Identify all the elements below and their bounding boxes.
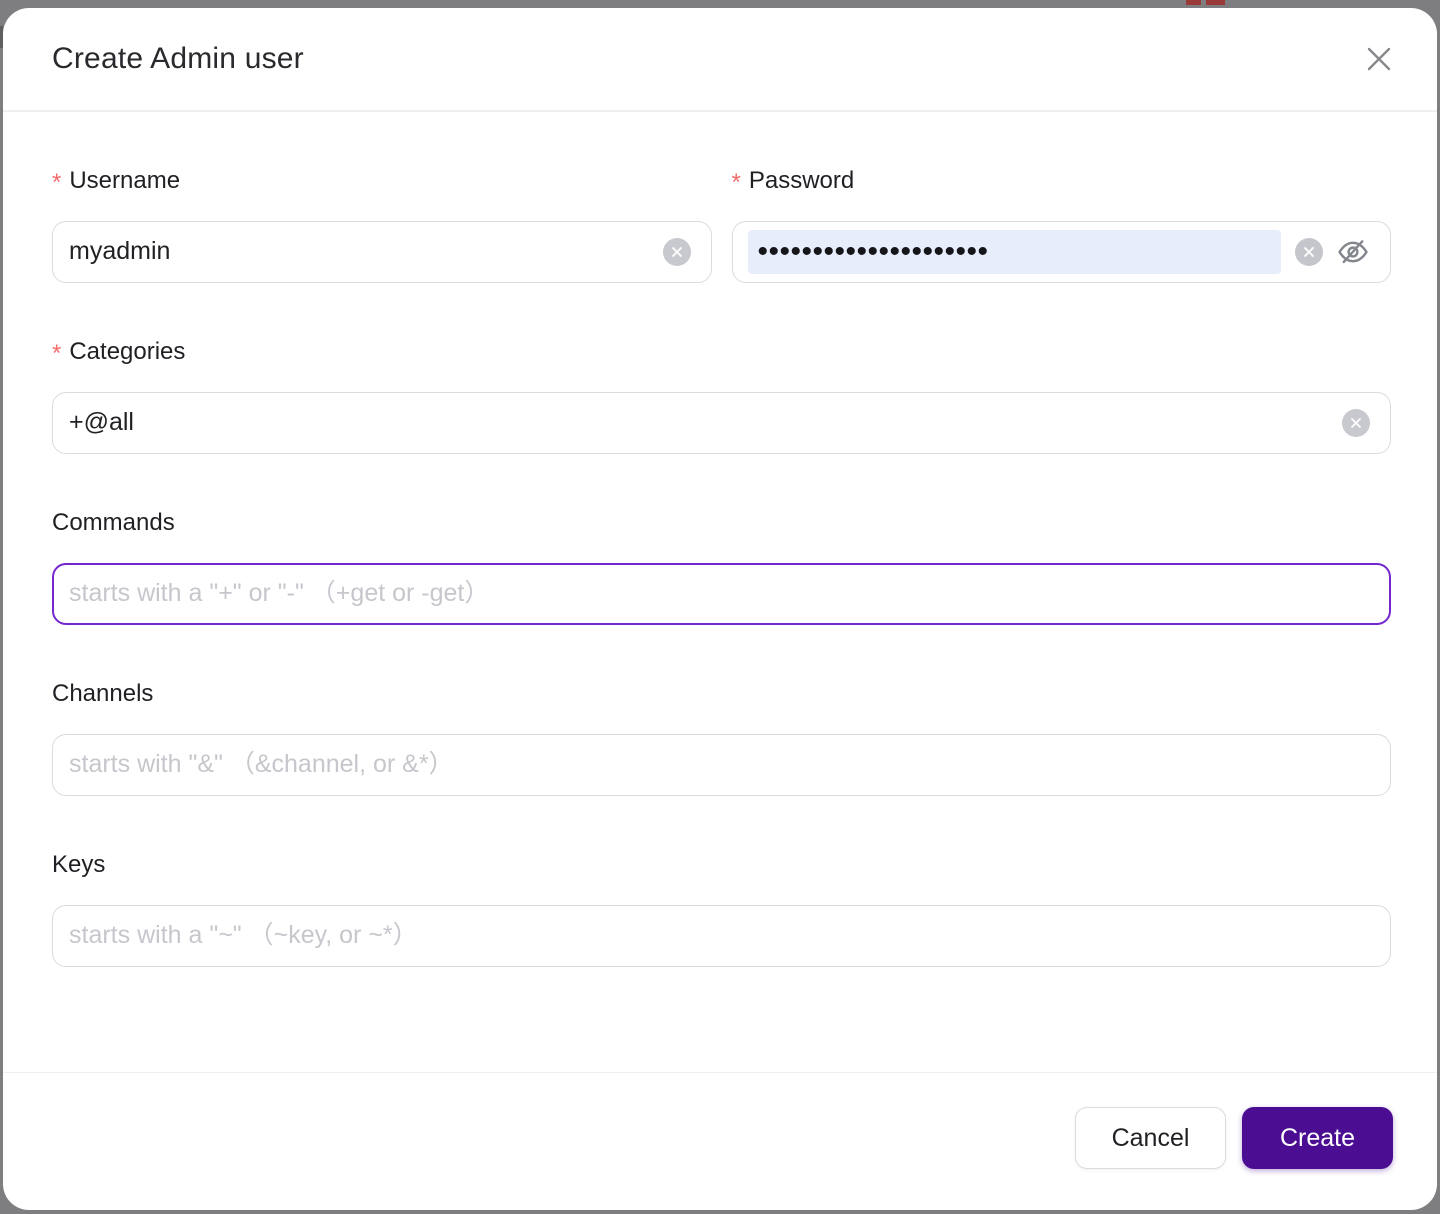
categories-clear-button[interactable] (1342, 409, 1370, 437)
clear-icon (671, 246, 683, 258)
keys-field-group: Keys (52, 850, 1391, 967)
channels-field-group: Channels (52, 679, 1391, 796)
categories-input-box (52, 392, 1391, 454)
close-icon (1364, 44, 1394, 74)
create-admin-user-modal: Create Admin user * Username (3, 8, 1437, 1210)
categories-label: * Categories (52, 337, 1391, 367)
required-asterisk: * (732, 171, 741, 195)
categories-field-group: * Categories (52, 337, 1391, 454)
background-artifact (1186, 0, 1201, 5)
modal-body: * Username (3, 112, 1437, 1072)
password-masked-value: ••••••••••••••••••••• (758, 230, 989, 274)
username-password-row: * Username (52, 166, 1391, 337)
create-button[interactable]: Create (1242, 1107, 1393, 1169)
username-field-group: * Username (52, 166, 712, 283)
username-input-box (52, 221, 712, 283)
password-input-box[interactable]: ••••••••••••••••••••• (732, 221, 1392, 283)
commands-label: Commands (52, 508, 1391, 538)
channels-input[interactable] (52, 734, 1391, 796)
password-field-group: * Password ••••••••••••••••••••• (732, 166, 1392, 283)
username-clear-button[interactable] (663, 238, 691, 266)
commands-input[interactable] (52, 563, 1391, 625)
close-button[interactable] (1359, 39, 1399, 79)
channels-label: Channels (52, 679, 1391, 709)
clear-icon (1350, 417, 1362, 429)
password-autofill-highlight: ••••••••••••••••••••• (748, 230, 1282, 274)
eye-invisible-icon (1336, 235, 1370, 269)
required-asterisk: * (52, 171, 61, 195)
keys-label: Keys (52, 850, 1391, 880)
password-clear-button[interactable] (1295, 238, 1323, 266)
toggle-password-visibility-button[interactable] (1336, 235, 1370, 269)
username-label: * Username (52, 166, 712, 196)
keys-input[interactable] (52, 905, 1391, 967)
clear-icon (1303, 246, 1315, 258)
cancel-button[interactable]: Cancel (1075, 1107, 1226, 1169)
required-asterisk: * (52, 342, 61, 366)
commands-field-group: Commands (52, 508, 1391, 625)
background-artifact (1206, 0, 1225, 5)
modal-title: Create Admin user (52, 42, 304, 76)
username-input[interactable] (69, 237, 663, 266)
modal-header: Create Admin user (3, 8, 1437, 110)
categories-input[interactable] (69, 408, 1342, 437)
modal-footer: Cancel Create (3, 1073, 1437, 1210)
password-label: * Password (732, 166, 1392, 196)
